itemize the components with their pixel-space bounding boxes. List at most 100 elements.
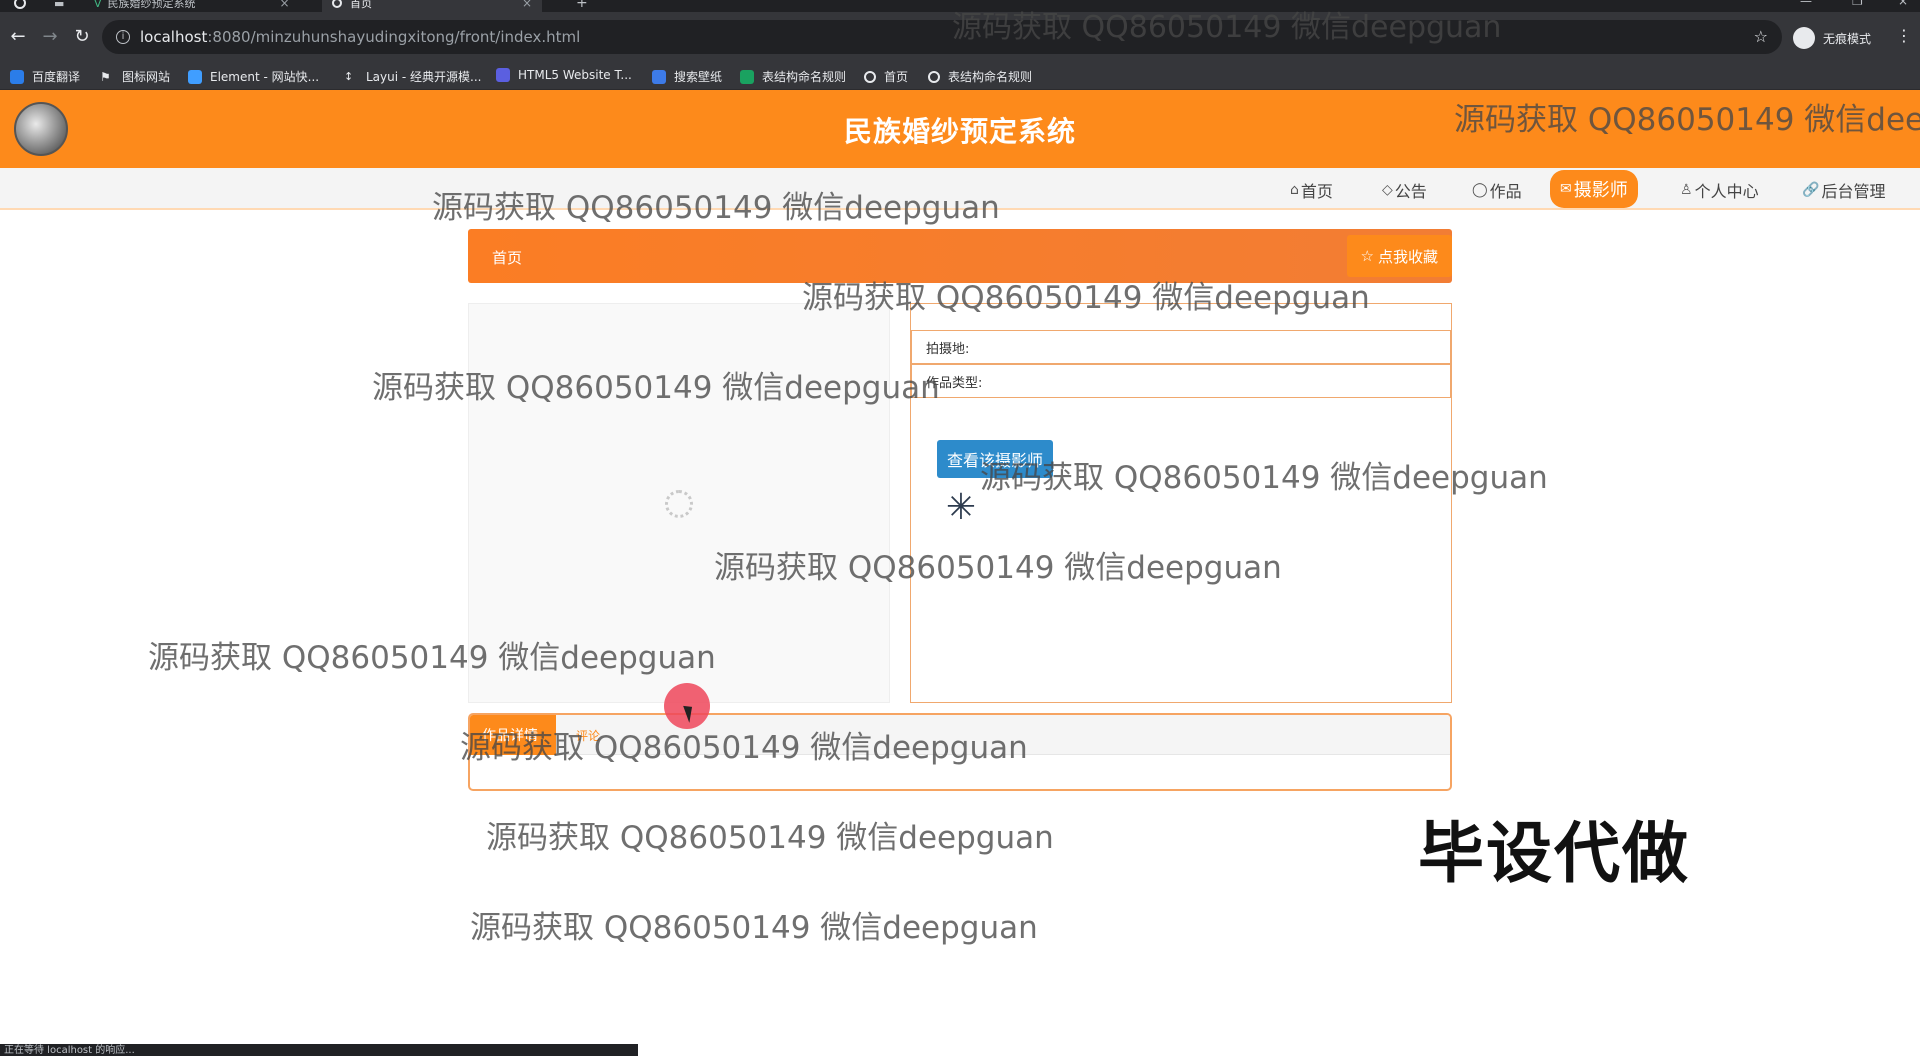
bookmark-item[interactable]: Element - 网站快... [188, 68, 319, 85]
forward-icon[interactable]: → [38, 25, 62, 49]
bookmark-item[interactable]: ↕ Layui - 经典开源模... [344, 68, 481, 85]
loading-spinner-icon [665, 490, 693, 518]
photographer-image-panel [468, 303, 890, 703]
nav-photographer[interactable]: ✉ 摄影师 [1550, 170, 1638, 208]
bookmark-label: Layui - 经典开源模... [366, 70, 482, 84]
sheet-icon [740, 69, 754, 84]
nav-home[interactable]: ⌂ 首页 [1290, 177, 1333, 203]
bookmark-label: 表结构命名规则 [948, 70, 1033, 84]
bookmark-label: 表结构命名规则 [762, 70, 847, 84]
bookmark-label: 百度翻译 [32, 70, 81, 84]
bookmark-item[interactable]: ⚑ 图标网站 [100, 68, 170, 85]
site-info-icon[interactable]: i [116, 30, 130, 44]
globe-icon [928, 70, 940, 83]
watermark: 源码获取 QQ86050149 微信deepguan [470, 910, 1038, 946]
incognito-indicator[interactable]: 无痕模式 [1793, 27, 1871, 49]
location-label: 拍摄地: [926, 341, 970, 357]
photographer-info-panel: 拍摄地: 作品类型: 查看该摄影师 ✳ [910, 303, 1452, 703]
browser-menu-icon[interactable] [14, 0, 34, 12]
info-row-location: 拍摄地: [911, 330, 1451, 364]
nav-label: 公告 [1394, 182, 1427, 201]
breadcrumb-bar: 首页 ☆ 点我收藏 [468, 229, 1452, 283]
power-icon: ◯ [1472, 182, 1488, 198]
url-path: :8080/minzuhunshayudingxitong/front/inde… [207, 28, 581, 46]
favorite-button-label: 点我收藏 [1377, 247, 1438, 266]
nav-label: 个人中心 [1694, 182, 1759, 201]
loading-spinner-icon: ✳ [945, 487, 977, 528]
globe-icon [864, 70, 876, 83]
site-header: 民族婚纱预定系统 [0, 90, 1920, 168]
bookmark-label: 搜索壁纸 [674, 70, 723, 84]
site-title: 民族婚纱预定系统 [843, 115, 1076, 148]
browser-menu-icon[interactable]: ⋮ [1896, 26, 1912, 45]
star-icon: ☆ [1360, 247, 1374, 265]
bookmark-star-icon[interactable]: ☆ [1754, 27, 1768, 46]
browser-status-bar: 正在等待 localhost 的响应... [0, 1044, 638, 1056]
screen: ▬ V 民族婚纱预定系统 × 首页 × + — ❐ × ← → ↻ i loca… [0, 0, 1920, 1056]
html5-icon [496, 68, 510, 82]
nav-admin[interactable]: 🔗 后台管理 [1802, 177, 1885, 203]
watermark: 源码获取 QQ86050149 微信deepguan [486, 820, 1054, 856]
tab-comments[interactable]: 评论 [576, 715, 600, 755]
bookmark-item[interactable]: 百度翻译 [10, 68, 80, 85]
site-nav: ⌂ 首页 ◇ 公告 ◯ 作品 ✉ 摄影师 ♙ 个人中心 🔗 后台管理 [0, 168, 1920, 210]
user-icon: ♙ [1680, 182, 1693, 198]
reload-icon[interactable]: ↻ [70, 25, 94, 49]
bookmark-item[interactable]: 表结构命名规则 [740, 68, 846, 85]
info-row-work-type: 作品类型: [911, 364, 1451, 398]
nav-label: 摄影师 [1573, 180, 1628, 201]
maximize-icon[interactable]: ❐ [1852, 0, 1863, 8]
home-icon: ⌂ [1290, 182, 1299, 198]
bookmark-item[interactable]: 搜索壁纸 [652, 68, 722, 85]
vue-icon: V [94, 0, 102, 10]
browser-toolbar: ← → ↻ i localhost :8080/minzuhunshayudin… [0, 12, 1920, 62]
caption-overlay: 毕设代做 [1418, 815, 1690, 892]
layui-icon: ↕ [344, 69, 354, 83]
nav-notice[interactable]: ◇ 公告 [1382, 177, 1427, 203]
close-tab-icon[interactable]: × [522, 0, 532, 10]
breadcrumb[interactable]: 首页 [492, 247, 522, 268]
address-bar[interactable]: i localhost :8080/minzuhunshayudingxiton… [102, 20, 1782, 54]
translate-icon [10, 69, 24, 84]
browser-tab-icon[interactable]: ▬ [54, 0, 64, 12]
element-icon [188, 69, 202, 84]
view-photographer-button[interactable]: 查看该摄影师 [937, 440, 1053, 478]
browser-tab-1-title: 民族婚纱预定系统 [107, 0, 196, 10]
nav-personal-center[interactable]: ♙ 个人中心 [1680, 177, 1759, 203]
nav-works[interactable]: ◯ 作品 [1472, 177, 1522, 203]
bookmark-item[interactable]: 首页 [864, 68, 908, 85]
detail-box: 作品详情 评论 [468, 713, 1452, 791]
bookmark-label: 首页 [884, 70, 909, 84]
browser-tab-2[interactable]: 首页 × [322, 0, 543, 12]
bookmark-label: HTML5 Website T... [518, 68, 632, 82]
tab-work-detail[interactable]: 作品详情 [470, 715, 556, 755]
minimize-icon[interactable]: — [1800, 0, 1812, 8]
tag-icon: ◇ [1382, 182, 1393, 198]
browser-tab-1[interactable]: V 民族婚纱预定系统 × [94, 0, 290, 12]
flag-icon: ⚑ [100, 69, 111, 84]
bookmarks-bar: 百度翻译 ⚑ 图标网站 Element - 网站快... ↕ Layui - 经典开… [0, 62, 1920, 90]
wallpaper-icon [652, 69, 666, 84]
detail-tabs: 作品详情 评论 [470, 715, 1450, 755]
nav-label: 作品 [1489, 182, 1522, 201]
bookmark-label: Element - 网站快... [210, 70, 320, 84]
nav-label: 首页 [1300, 182, 1333, 201]
back-icon[interactable]: ← [6, 25, 30, 49]
incognito-label: 无痕模式 [1823, 31, 1872, 46]
close-window-icon[interactable]: × [1898, 0, 1908, 8]
close-tab-icon[interactable]: × [280, 0, 290, 10]
link-icon: 🔗 [1802, 182, 1820, 198]
bookmark-item[interactable]: 表结构命名规则 [928, 68, 1032, 85]
new-tab-button[interactable]: + [576, 0, 588, 12]
globe-icon [332, 0, 342, 8]
mail-icon: ✉ [1560, 181, 1572, 197]
url-host: localhost [140, 28, 208, 46]
bookmark-label: 图标网站 [122, 70, 171, 84]
bookmark-item[interactable]: HTML5 Website T... [496, 68, 632, 82]
incognito-icon [1793, 27, 1815, 49]
browser-tab-2-title: 首页 [350, 0, 372, 10]
nav-label: 后台管理 [1821, 182, 1886, 201]
favorite-button[interactable]: ☆ 点我收藏 [1346, 235, 1452, 277]
site-logo[interactable] [14, 102, 68, 156]
browser-tabstrip: ▬ V 民族婚纱预定系统 × 首页 × + — ❐ × [0, 0, 1920, 12]
